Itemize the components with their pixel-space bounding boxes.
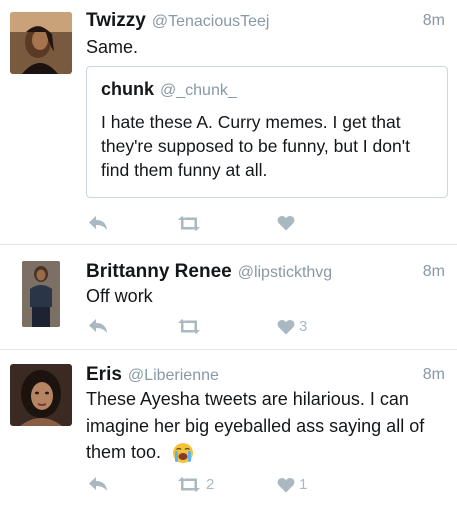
avatar[interactable]: [10, 364, 72, 426]
quoted-tweet[interactable]: chunk @_chunk_ I hate these A. Curry meme…: [86, 66, 448, 198]
username[interactable]: @Liberienne: [128, 367, 219, 384]
tweet[interactable]: Twizzy @TenaciousTeej 8m Same. chunk @_chu…: [0, 0, 457, 244]
tweet-header: Twizzy @TenaciousTeej: [86, 10, 269, 32]
retweet-button[interactable]: [176, 318, 206, 335]
loudly-crying-face-icon: [173, 443, 194, 464]
like-button[interactable]: 3: [277, 318, 307, 335]
like-button[interactable]: 1: [277, 476, 307, 493]
heart-icon: [277, 215, 295, 231]
reply-button[interactable]: [88, 318, 108, 334]
tweet-header: Eris @Liberienne: [86, 364, 219, 386]
quoted-tweet-text: I hate these A. Curry memes. I get that …: [101, 112, 410, 180]
retweet-icon: [178, 319, 200, 334]
avatar[interactable]: [10, 12, 72, 74]
quoted-username: @_chunk_: [160, 82, 237, 99]
avatar-image: [22, 261, 60, 327]
retweet-button[interactable]: [176, 215, 206, 232]
like-button[interactable]: [277, 215, 299, 231]
tweet-text: Off work: [86, 286, 153, 306]
avatar[interactable]: [22, 261, 60, 327]
reply-icon: [89, 319, 107, 333]
display-name[interactable]: Eris: [86, 364, 122, 385]
tweet-text: Same.: [86, 37, 139, 57]
reply-button[interactable]: [88, 215, 108, 231]
timestamp[interactable]: 8m: [423, 366, 445, 384]
tweet[interactable]: Brittanny Renee @lipstickthvg 8m Off work…: [0, 245, 457, 348]
timestamp[interactable]: 8m: [423, 263, 445, 281]
like-count: 1: [299, 476, 308, 493]
tweet[interactable]: Eris @Liberienne 8m These Ayesha tweets a…: [0, 350, 457, 505]
username[interactable]: @lipstickthvg: [238, 264, 333, 281]
username[interactable]: @TenaciousTeej: [152, 13, 270, 30]
timestamp[interactable]: 8m: [423, 12, 445, 30]
avatar-image: [10, 364, 72, 426]
avatar-image: [10, 12, 72, 74]
tweet-text-content: These Ayesha tweets are hilarious. I can…: [86, 389, 425, 462]
like-count: 3: [299, 318, 308, 335]
heart-icon: [277, 477, 295, 492]
retweet-icon: [178, 216, 200, 231]
quoted-tweet-header: chunk @_chunk_: [101, 79, 237, 100]
tweet-text: These Ayesha tweets are hilarious. I can…: [86, 386, 452, 466]
reply-icon: [89, 216, 107, 230]
heart-icon: [277, 319, 295, 334]
retweet-button[interactable]: 2: [176, 476, 214, 493]
reply-button[interactable]: [88, 476, 108, 492]
reply-icon: [89, 477, 107, 491]
quoted-display-name: chunk: [101, 79, 155, 99]
retweet-icon: [178, 477, 200, 492]
tweet-header: Brittanny Renee @lipstickthvg: [86, 261, 332, 283]
retweet-count: 2: [206, 476, 215, 493]
display-name[interactable]: Brittanny Renee: [86, 261, 232, 282]
display-name[interactable]: Twizzy: [86, 10, 146, 31]
